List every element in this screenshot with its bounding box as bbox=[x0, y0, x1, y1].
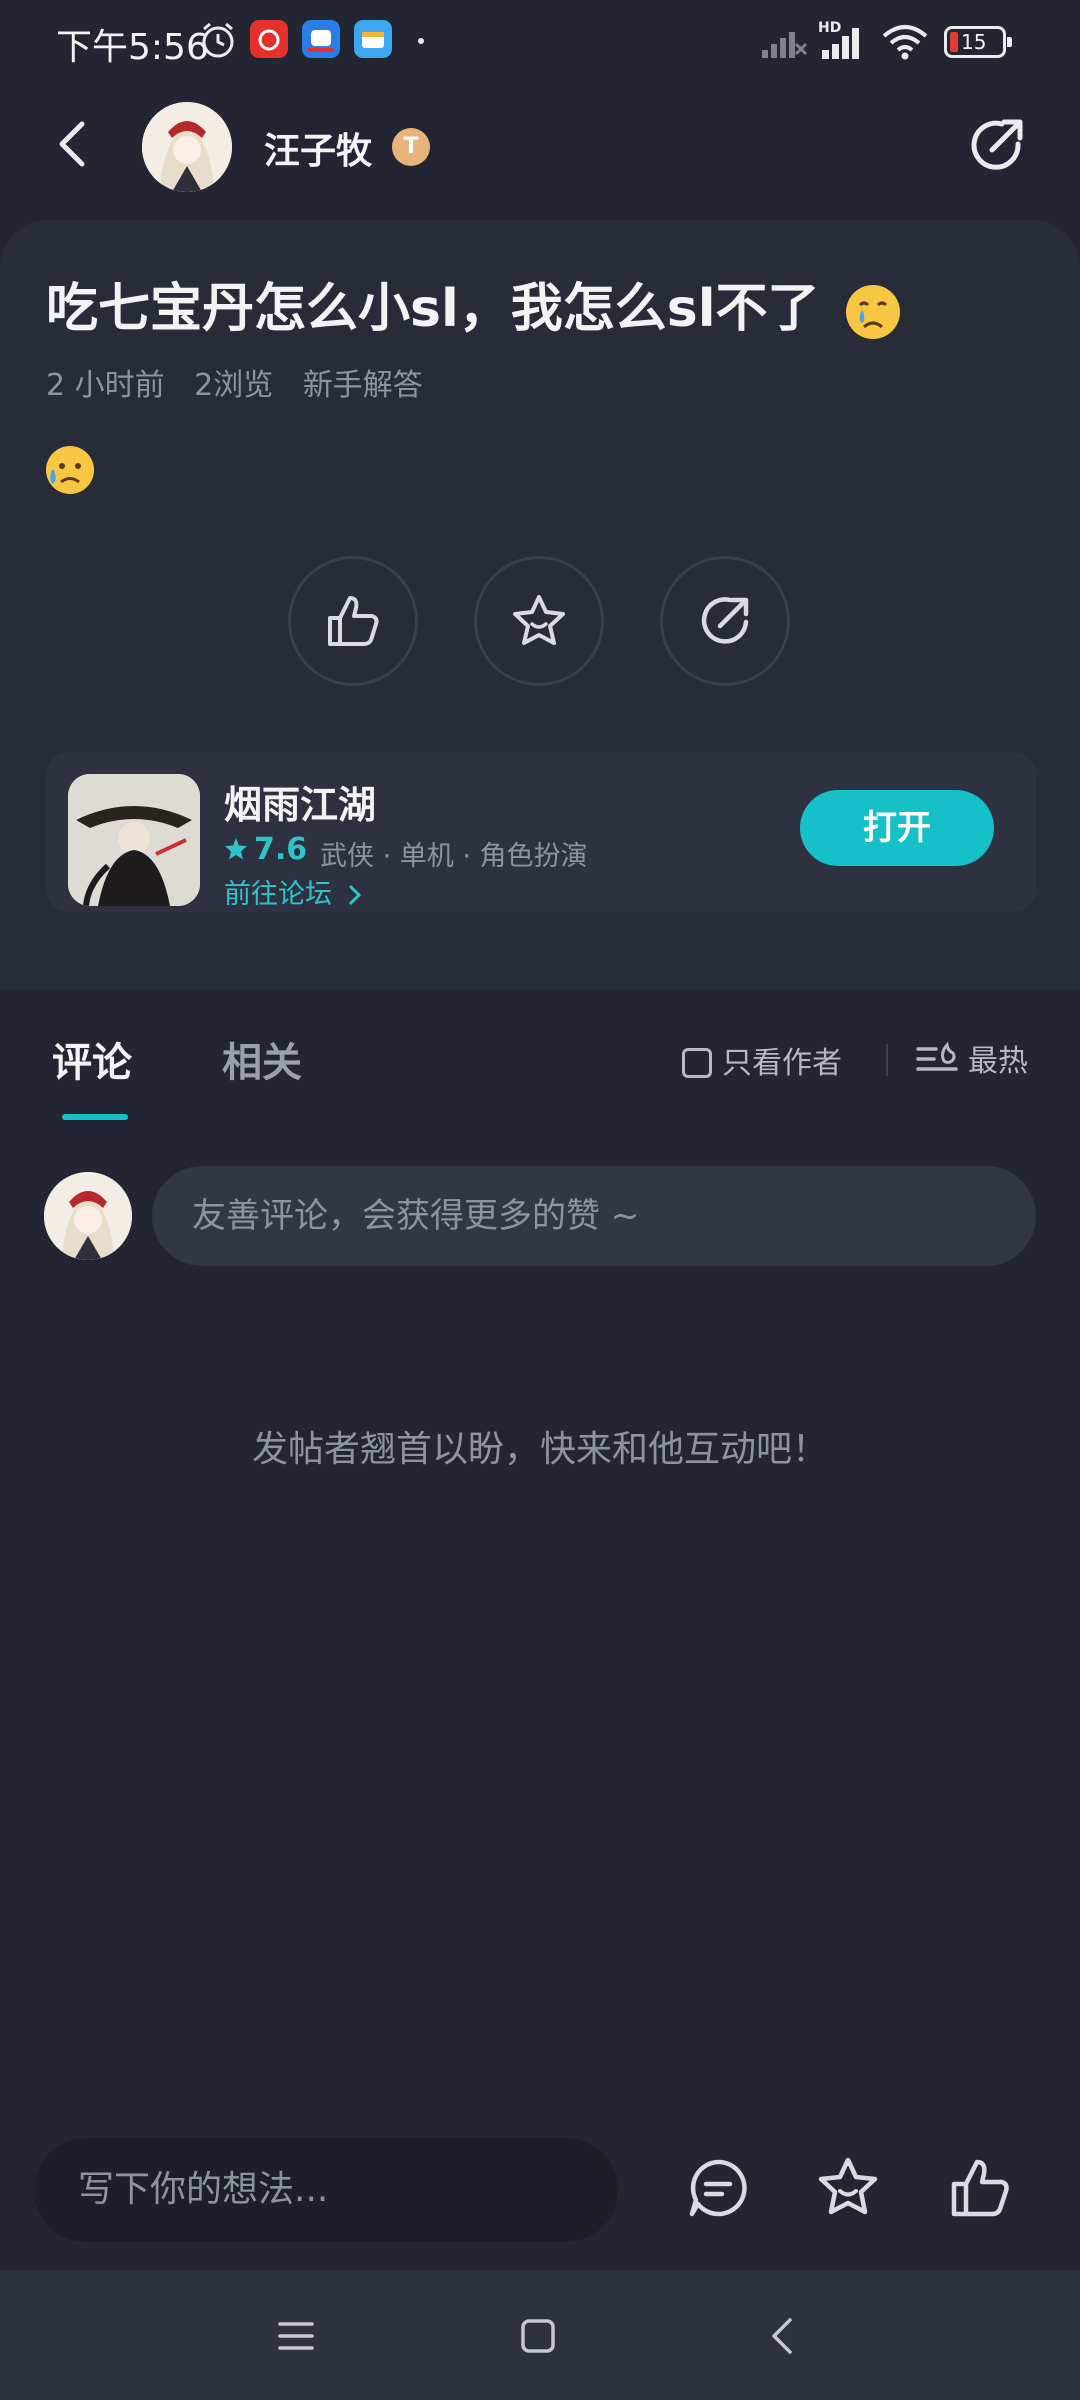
active-tab-indicator bbox=[62, 1114, 128, 1120]
battery-icon: 15 bbox=[944, 26, 1012, 58]
share-post-button[interactable] bbox=[660, 556, 790, 686]
bottom-action-bar: 写下你的想法... bbox=[0, 2130, 1080, 2270]
status-bar: 下午5:56 HD 15 bbox=[0, 0, 1080, 84]
author-avatar[interactable] bbox=[142, 102, 232, 192]
crying-emoji-icon bbox=[845, 285, 900, 339]
wallet-app-icon bbox=[354, 20, 392, 58]
game-name[interactable]: 烟雨江湖 bbox=[224, 774, 376, 829]
forum-link[interactable]: 前往论坛 bbox=[224, 872, 363, 911]
signal-icon bbox=[822, 28, 859, 59]
comment-icon[interactable] bbox=[686, 2156, 750, 2220]
thought-input[interactable]: 写下你的想法... bbox=[34, 2138, 618, 2242]
filter-divider bbox=[886, 1044, 888, 1076]
share-icon bbox=[701, 597, 749, 644]
favorite-button[interactable] bbox=[474, 556, 604, 686]
alarm-icon bbox=[202, 22, 234, 58]
system-navigation-bar bbox=[0, 2270, 1080, 2400]
share-button[interactable] bbox=[966, 114, 1028, 176]
post-category[interactable]: 新手解答 bbox=[303, 368, 423, 403]
sort-icon bbox=[916, 1041, 958, 1071]
netease-music-icon bbox=[250, 20, 288, 58]
sort-label: 最热 bbox=[968, 1044, 1028, 1079]
post-meta: 2 小时前 2浏览 新手解答 bbox=[46, 360, 443, 404]
author-name[interactable]: 汪子牧 bbox=[264, 122, 372, 174]
author-only-toggle[interactable]: 只看作者 bbox=[682, 1038, 842, 1082]
game-tags: 武侠 · 单机 · 角色扮演 bbox=[320, 841, 588, 872]
top-header: 汪子牧 T bbox=[0, 84, 1080, 218]
game-icon[interactable] bbox=[68, 774, 200, 906]
open-game-button[interactable]: 打开 bbox=[800, 790, 994, 866]
level-badge: T bbox=[392, 128, 430, 166]
railway-app-icon bbox=[302, 20, 340, 58]
forum-link-label: 前往论坛 bbox=[224, 879, 332, 910]
post-detail-page: 下午5:56 HD 15 汪子牧 T 吃七宝丹怎么小sl，我怎么sl不了 2 小… bbox=[0, 0, 1080, 2400]
game-rating: 7.6 bbox=[224, 832, 307, 867]
game-card[interactable]: 烟雨江湖 7.6 武侠 · 单机 · 角色扮演 前往论坛 打开 bbox=[46, 752, 1036, 912]
rating-star-icon bbox=[225, 838, 247, 860]
tab-comments[interactable]: 评论 bbox=[52, 1030, 132, 1088]
wifi-icon bbox=[882, 25, 928, 60]
post-title: 吃七宝丹怎么小sl，我怎么sl不了 bbox=[46, 266, 902, 341]
empty-comments-text: 发帖者翘首以盼，快来和他互动吧！ bbox=[251, 1429, 828, 1470]
my-avatar[interactable] bbox=[44, 1172, 132, 1260]
nav-back-icon[interactable] bbox=[762, 2314, 806, 2358]
author-only-label: 只看作者 bbox=[722, 1046, 842, 1081]
post-views: 2浏览 bbox=[194, 368, 274, 403]
like-bottom-icon[interactable] bbox=[948, 2156, 1012, 2220]
no-signal-icon bbox=[762, 32, 808, 58]
back-button[interactable] bbox=[46, 114, 102, 174]
comment-input[interactable]: 友善评论，会获得更多的赞 ~ bbox=[152, 1166, 1036, 1266]
favorite-bottom-icon[interactable] bbox=[816, 2156, 880, 2220]
status-time: 下午5:56 bbox=[56, 27, 209, 68]
comments-section: 评论 相关 只看作者 最热 友善评论，会获得更多的赞 ~ 发帖者翘首以盼，快来和… bbox=[0, 990, 1080, 2270]
post-title-text: 吃七宝丹怎么小sl，我怎么sl不了 bbox=[46, 279, 820, 339]
menu-icon[interactable] bbox=[274, 2314, 318, 2358]
battery-level: 15 bbox=[961, 30, 987, 54]
sad-sweat-emoji-icon bbox=[46, 446, 94, 494]
sort-hot-button[interactable]: 最热 bbox=[916, 1036, 1028, 1080]
thumbs-up-icon bbox=[328, 596, 379, 646]
home-icon[interactable] bbox=[516, 2314, 560, 2358]
star-icon bbox=[513, 595, 565, 645]
chevron-right-icon bbox=[348, 884, 361, 906]
post-card: 吃七宝丹怎么小sl，我怎么sl不了 2 小时前 2浏览 新手解答 烟雨江湖 7.… bbox=[0, 220, 1080, 990]
tab-related[interactable]: 相关 bbox=[222, 1030, 302, 1088]
more-notifications-dot bbox=[418, 38, 424, 44]
like-button[interactable] bbox=[288, 556, 418, 686]
author-only-checkbox[interactable] bbox=[682, 1048, 712, 1078]
game-rating-value: 7.6 bbox=[254, 832, 308, 867]
post-time: 2 小时前 bbox=[46, 368, 165, 403]
